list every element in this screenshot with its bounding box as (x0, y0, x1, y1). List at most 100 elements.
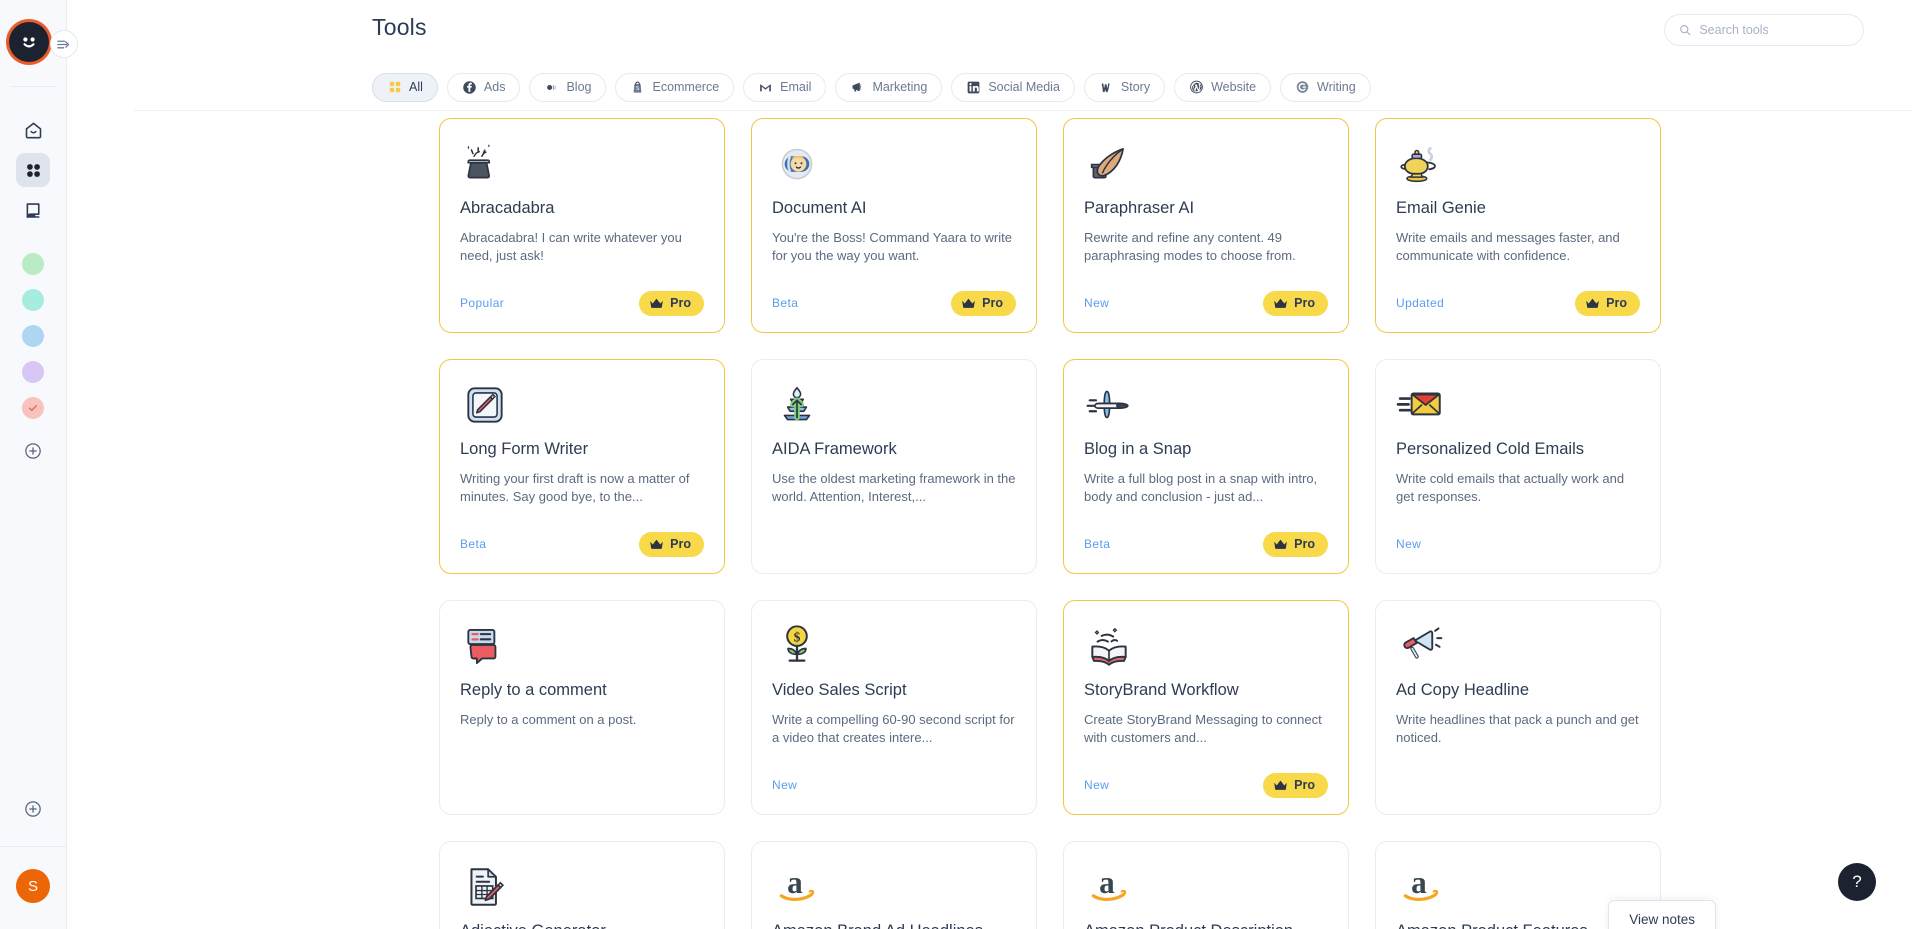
view-notes-button[interactable]: View notes (1608, 900, 1716, 929)
tool-card-description: You're the Boss! Command Yaara to write … (772, 229, 1012, 264)
search-tools-box[interactable] (1664, 14, 1864, 46)
amazon-icon: a (1084, 862, 1328, 918)
tool-card-footer: New (1396, 531, 1640, 557)
tool-card-title: Amazon Brand Ad Headlines (772, 922, 1016, 929)
svg-text:a: a (1099, 865, 1115, 900)
quill-pen-icon (1084, 139, 1328, 195)
blogger-icon (544, 80, 559, 95)
help-button[interactable]: ? (1838, 863, 1876, 901)
svg-text:a: a (787, 865, 803, 900)
tool-card-title: Personalized Cold Emails (1396, 440, 1585, 458)
tool-card-title: StoryBrand Workflow (1084, 681, 1239, 699)
crown-icon (961, 297, 976, 309)
add-item-button[interactable] (23, 799, 43, 824)
status-badge: New (772, 778, 798, 792)
tab-label: Writing (1317, 80, 1356, 94)
collapse-arrow-icon (57, 40, 70, 48)
sidebar-item-documents[interactable] (16, 193, 50, 227)
tool-card[interactable]: Personalized Cold Emails Write cold email… (1375, 359, 1661, 574)
tool-card[interactable]: a Amazon Product Description (1063, 841, 1349, 929)
astronaut-icon (772, 139, 1016, 195)
documents-icon (26, 202, 40, 218)
tab-marketing[interactable]: Marketing (835, 72, 943, 102)
smiley-icon (22, 37, 35, 48)
sidebar-item-home[interactable] (16, 113, 50, 147)
tool-card-footer: New (772, 772, 1016, 798)
pro-badge[interactable]: Pro (1575, 290, 1640, 316)
add-folder-button[interactable] (23, 441, 43, 466)
tools-scroll-area[interactable]: Abracadabra Abracadabra! I can write what… (67, 110, 1912, 929)
tool-card[interactable]: $ Video Sales Script Write a compelling 60… (751, 600, 1037, 815)
tool-card-description: Create StoryBrand Messaging to connect w… (1084, 711, 1322, 746)
tool-card[interactable]: Document AI You're the Boss! Command Yaar… (751, 118, 1037, 333)
open-book-icon (1084, 621, 1328, 677)
tool-card[interactable]: Email Genie Write emails and messages fas… (1375, 118, 1661, 333)
tool-card[interactable]: Long Form Writer Writing your first draft… (439, 359, 725, 574)
sidebar-folder-teal[interactable] (22, 289, 44, 311)
tool-card-description: Rewrite and refine any content. 49 parap… (1084, 229, 1296, 264)
tool-card[interactable]: Paraphraser AI Rewrite and refine any con… (1063, 118, 1349, 333)
tab-label: Story (1120, 80, 1151, 94)
tool-card-footer: Beta Pro (460, 531, 704, 557)
pro-badge[interactable]: Pro (1263, 772, 1328, 798)
edit-document-icon (460, 862, 704, 918)
tool-card[interactable]: a Amazon Brand Ad Headlines (751, 841, 1037, 929)
tab-story[interactable]: Story (1083, 72, 1166, 102)
tool-card-footer (460, 772, 704, 798)
sidebar-folder-purple[interactable] (22, 361, 44, 383)
genie-lamp-icon (1396, 139, 1640, 195)
tab-email[interactable]: Email (743, 72, 827, 102)
tab-label: Marketing (872, 80, 928, 94)
tab-ads[interactable]: Ads (446, 72, 521, 102)
avatar[interactable]: S (16, 869, 50, 903)
pro-badge[interactable]: Pro (951, 290, 1016, 316)
status-badge: New (1084, 296, 1110, 310)
search-icon (1680, 25, 1691, 36)
sidebar-nav (16, 113, 50, 227)
tab-website[interactable]: Website (1174, 72, 1272, 102)
home-icon (25, 122, 41, 138)
logo-wrap (0, 22, 78, 72)
tool-card[interactable]: AIDA Framework Use the oldest marketing f… (751, 359, 1037, 574)
sidebar-divider-top (10, 86, 56, 87)
pro-badge[interactable]: Pro (1263, 531, 1328, 557)
tool-card[interactable]: Adjective Generator (439, 841, 725, 929)
status-badge: Popular (460, 296, 505, 310)
amazon-icon: a (772, 862, 1016, 918)
pro-badge-label: Pro (670, 296, 691, 310)
tool-card[interactable]: Ad Copy Headline Write headlines that pac… (1375, 600, 1661, 815)
tab-ecommerce[interactable]: S Ecommerce (615, 72, 735, 102)
tool-card[interactable]: Abracadabra Abracadabra! I can write what… (439, 118, 725, 333)
tool-card-footer: Beta Pro (772, 290, 1016, 316)
tool-card-description: Abracadabra! I can write whatever you ne… (460, 229, 682, 264)
tool-card-footer (1396, 772, 1640, 798)
magic-hat-icon (460, 139, 704, 195)
pro-badge[interactable]: Pro (639, 290, 704, 316)
status-badge: Beta (1084, 537, 1111, 551)
collapse-sidebar-button[interactable] (49, 30, 78, 58)
tab-label: Ads (483, 80, 506, 94)
sidebar-folder-green[interactable] (22, 253, 44, 275)
tool-card[interactable]: Blog in a Snap Write a full blog post in … (1063, 359, 1349, 574)
tool-card[interactable]: StoryBrand Workflow Create StoryBrand Mes… (1063, 600, 1349, 815)
yaara-smiley-logo[interactable] (8, 22, 49, 62)
linkedin-icon (966, 80, 981, 95)
sidebar-item-tools[interactable] (16, 153, 50, 187)
tab-blog[interactable]: Blog (529, 72, 607, 102)
pro-badge[interactable]: Pro (639, 531, 704, 557)
tab-all[interactable]: All (372, 72, 438, 102)
sidebar-folder-blue[interactable] (22, 325, 44, 347)
tab-writing[interactable]: Writing (1280, 72, 1371, 102)
sidebar-folder-red-check[interactable] (22, 397, 44, 419)
tool-card-description: Write cold emails that actually work and… (1396, 470, 1625, 505)
tool-card-description: Write headlines that pack a punch and ge… (1396, 711, 1639, 746)
search-input[interactable] (1699, 23, 1849, 37)
tool-card[interactable]: Reply to a comment Reply to a comment on … (439, 600, 725, 815)
tab-label: Ecommerce (652, 80, 720, 94)
tool-card-footer: New Pro (1084, 772, 1328, 798)
topbar: Tools (67, 0, 1912, 64)
tab-social-media[interactable]: Social Media (951, 72, 1075, 102)
pro-badge[interactable]: Pro (1263, 290, 1328, 316)
funnel-arrow-icon (772, 380, 1016, 436)
tool-card-description: Write emails and messages faster, and co… (1396, 229, 1620, 264)
